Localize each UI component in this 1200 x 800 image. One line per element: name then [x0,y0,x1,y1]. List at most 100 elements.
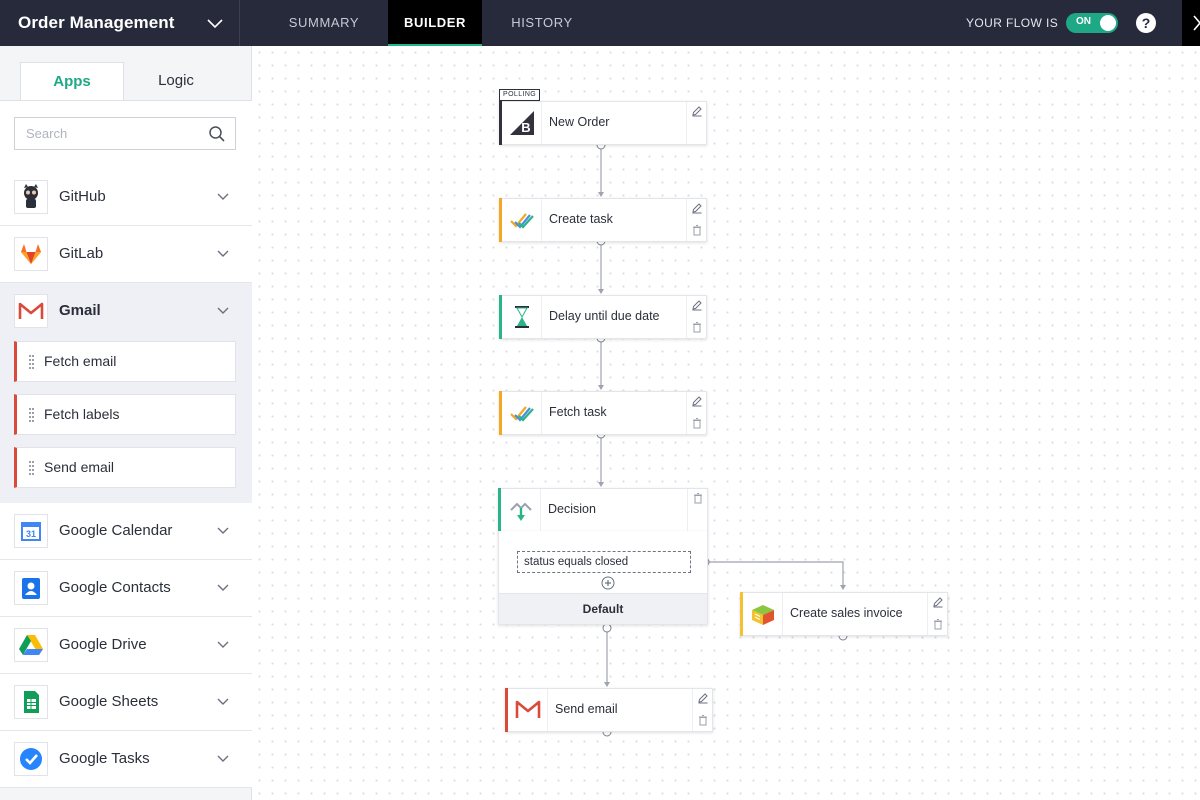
help-icon[interactable]: ? [1136,13,1156,33]
google-calendar-icon: 31 [14,514,48,548]
gitlab-icon [14,237,48,271]
google-tasks-icon [14,742,48,776]
node-tools [686,296,706,338]
decision-icon [501,489,541,531]
node-tools [692,689,712,731]
trash-icon[interactable] [691,321,703,333]
flow-node-create-sales-invoice[interactable]: Create sales invoice [740,592,948,636]
close-icon [1193,15,1200,31]
trash-icon[interactable] [691,417,703,429]
project-selector[interactable]: Order Management [0,0,240,46]
polling-badge: POLLING [499,89,541,101]
app-name: Google Sheets [59,693,159,710]
chevron-down-icon[interactable] [206,14,224,32]
node-label: Fetch task [549,405,607,419]
flow-node-create-task[interactable]: Create task [499,198,707,242]
trash-icon[interactable] [932,618,944,630]
flow-node-decision[interactable]: Decision [498,488,708,532]
node-label: Delay until due date [549,309,660,323]
tab-builder[interactable]: BUILDER [388,0,482,46]
sidebar-item-google-drive[interactable]: Google Drive [0,617,252,674]
flow-canvas[interactable]: POLLING B New Order Create task Delay un… [253,46,1200,800]
app-name: Google Contacts [59,579,171,596]
search-input[interactable] [14,117,236,150]
drag-handle-icon[interactable] [29,355,34,369]
flow-node-send-email[interactable]: Send email [505,688,713,732]
chevron-down-icon[interactable] [216,189,230,203]
sidebar-item-github[interactable]: GitHub [0,169,252,226]
app-name: Google Drive [59,636,147,653]
node-label: Create task [549,212,613,226]
top-bar: Order Management SUMMARY BUILDER HISTORY… [0,0,1200,46]
tab-apps[interactable]: Apps [20,62,124,101]
tasks-check-icon [502,392,542,434]
action-label: Fetch email [44,353,117,369]
sidebar-item-google-tasks[interactable]: Google Tasks [0,731,252,788]
edit-icon[interactable] [691,299,703,311]
flow-toggle[interactable]: ON [1066,13,1118,33]
search-icon[interactable] [208,125,226,143]
app-name: Gmail [59,302,101,319]
hourglass-icon [502,296,542,338]
calendar-icon-text: 31 [26,529,36,539]
apps-sidebar: Apps Logic GitHub [0,46,252,800]
node-tools [686,199,706,241]
add-condition-icon[interactable] [601,576,615,590]
trash-icon[interactable] [691,224,703,236]
action-fetch-labels[interactable]: Fetch labels [14,394,236,435]
node-label: Create sales invoice [790,606,903,620]
invoice-app-icon [743,593,783,635]
drag-handle-icon[interactable] [29,461,34,475]
sidebar-item-google-contacts[interactable]: Google Contacts [0,560,252,617]
edit-icon[interactable] [691,105,703,117]
drag-handle-icon[interactable] [29,408,34,422]
action-label: Fetch labels [44,406,120,422]
app-name: GitLab [59,245,104,262]
svg-text:B: B [521,120,530,135]
trash-icon[interactable] [697,714,709,726]
flow-status-label: YOUR FLOW IS [966,16,1059,30]
edit-icon[interactable] [691,395,703,407]
google-sheets-icon [14,685,48,719]
toggle-label: ON [1076,16,1091,27]
tasks-check-icon [502,199,542,241]
flow-node-fetch-task[interactable]: Fetch task [499,391,707,435]
decision-branches: status equals closed Default [498,531,708,625]
edit-icon[interactable] [697,692,709,704]
toggle-knob [1100,15,1116,31]
chevron-down-icon[interactable] [216,694,230,708]
app-name: Google Calendar [59,522,173,539]
decision-default-branch[interactable]: Default [499,593,707,624]
app-name: Google Tasks [59,750,150,767]
decision-condition[interactable]: status equals closed [517,551,691,573]
tab-logic[interactable]: Logic [124,62,228,100]
chevron-down-icon[interactable] [216,637,230,651]
chevron-down-icon[interactable] [216,580,230,594]
google-contacts-icon [14,571,48,605]
node-tools [686,392,706,434]
action-label: Send email [44,459,115,475]
chevron-down-icon[interactable] [216,751,230,765]
tab-history[interactable]: HISTORY [494,0,590,46]
trash-icon[interactable] [692,492,704,504]
output-port[interactable] [602,623,612,633]
edit-icon[interactable] [691,202,703,214]
flow-node-delay[interactable]: Delay until due date [499,295,707,339]
chevron-down-icon[interactable] [216,246,230,260]
action-fetch-email[interactable]: Fetch email [14,341,236,382]
project-title: Order Management [18,13,175,32]
action-send-email[interactable]: Send email [14,447,236,488]
sidebar-item-gitlab[interactable]: GitLab [0,226,252,283]
sidebar-item-google-calendar[interactable]: 31 Google Calendar [0,503,252,560]
tab-summary[interactable]: SUMMARY [272,0,376,46]
search-area [0,101,252,169]
node-label: Decision [548,502,596,516]
chevron-down-icon[interactable] [216,303,230,317]
close-panel-button[interactable] [1182,0,1200,46]
chevron-down-icon[interactable] [216,523,230,537]
node-tools [687,489,707,531]
gmail-icon [14,294,48,328]
flow-node-new-order[interactable]: B New Order [499,101,707,145]
sidebar-item-google-sheets[interactable]: Google Sheets [0,674,252,731]
edit-icon[interactable] [932,596,944,608]
